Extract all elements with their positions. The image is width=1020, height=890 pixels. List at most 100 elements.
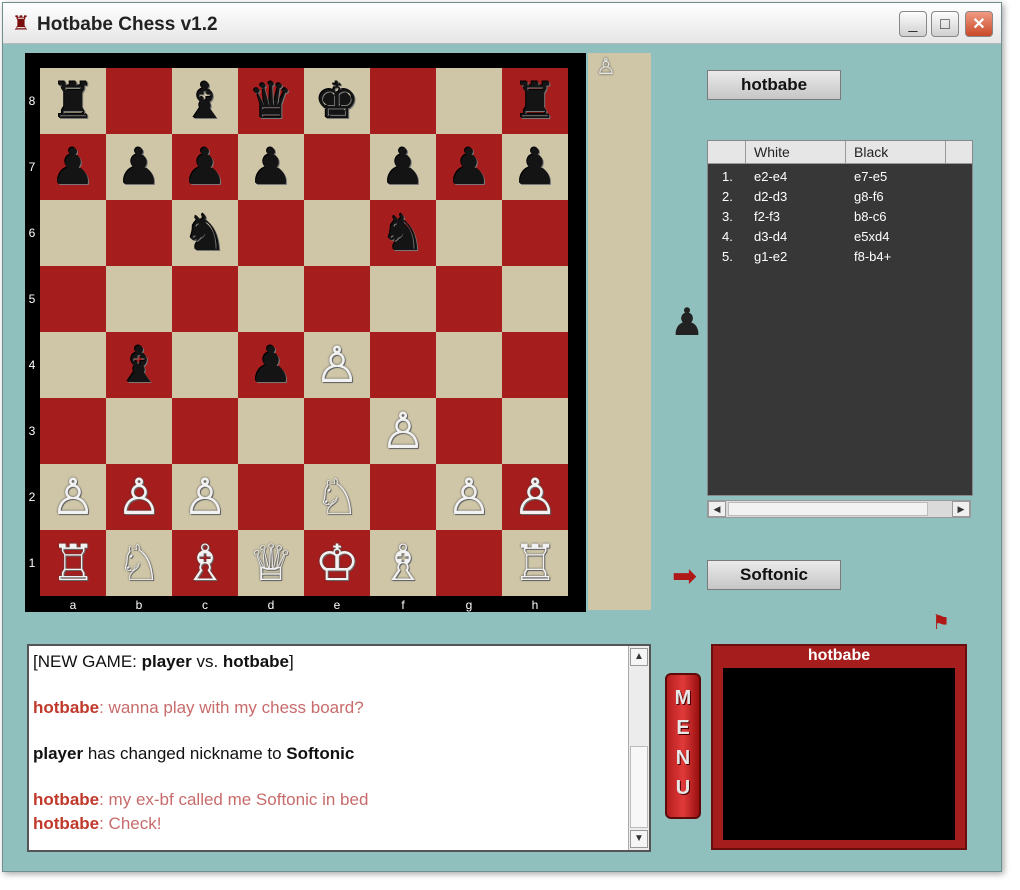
black-pawn-icon[interactable]: ♟	[436, 134, 502, 200]
square-e7[interactable]	[304, 134, 370, 200]
move-list-horizontal-scrollbar[interactable]: ◀ ▶	[707, 500, 971, 518]
black-pawn-icon[interactable]: ♟	[238, 332, 304, 398]
move-list[interactable]: White Black 1. e2-e4 e7-e5 2. d2-d3 g8-f…	[707, 140, 973, 496]
square-e5[interactable]	[304, 266, 370, 332]
square-a6[interactable]	[40, 200, 106, 266]
move-row[interactable]: 5. g1-e2 f8-b4+	[708, 247, 972, 267]
rank-label: 6	[28, 226, 36, 240]
white-bishop-icon[interactable]: ♗	[370, 530, 436, 596]
black-bishop-icon[interactable]: ♝	[172, 68, 238, 134]
black-bishop-icon[interactable]: ♝	[106, 332, 172, 398]
scroll-right-icon[interactable]: ▶	[952, 501, 970, 517]
square-e3[interactable]	[304, 398, 370, 464]
column-header-number[interactable]	[708, 141, 746, 163]
black-pawn-icon[interactable]: ♟	[238, 134, 304, 200]
title-bar[interactable]: ♜ Hotbabe Chess v1.2 _ □ ✕	[3, 3, 1001, 44]
square-b6[interactable]	[106, 200, 172, 266]
white-rook-icon[interactable]: ♖	[40, 530, 106, 596]
scroll-up-icon[interactable]: ▲	[630, 648, 648, 666]
scroll-left-icon[interactable]: ◀	[708, 501, 726, 517]
scroll-down-icon[interactable]: ▼	[630, 830, 648, 848]
square-f8[interactable]	[370, 68, 436, 134]
black-pawn-icon[interactable]: ♟	[502, 134, 568, 200]
square-f5[interactable]	[370, 266, 436, 332]
white-rook-icon[interactable]: ♖	[502, 530, 568, 596]
square-d5[interactable]	[238, 266, 304, 332]
minimize-button[interactable]: _	[899, 11, 927, 37]
black-knight-icon[interactable]: ♞	[172, 200, 238, 266]
rank-label: 8	[28, 94, 36, 108]
white-queen-icon[interactable]: ♕	[238, 530, 304, 596]
black-queen-icon[interactable]: ♛	[238, 68, 304, 134]
white-bishop-icon[interactable]: ♗	[172, 530, 238, 596]
square-a3[interactable]	[40, 398, 106, 464]
move-row[interactable]: 4. d3-d4 e5xd4	[708, 227, 972, 247]
white-king-icon[interactable]: ♔	[304, 530, 370, 596]
rank-label: 4	[28, 358, 36, 372]
square-a4[interactable]	[40, 332, 106, 398]
black-king-icon[interactable]: ♚	[304, 68, 370, 134]
square-c5[interactable]	[172, 266, 238, 332]
square-c3[interactable]	[172, 398, 238, 464]
opponent-video-panel: hotbabe	[711, 644, 967, 850]
square-h6[interactable]	[502, 200, 568, 266]
chess-rook-icon: ♜	[12, 13, 30, 35]
opponent-name-button[interactable]: hotbabe	[707, 70, 841, 100]
square-g5[interactable]	[436, 266, 502, 332]
white-pawn-icon[interactable]: ♙	[172, 464, 238, 530]
square-f2[interactable]	[370, 464, 436, 530]
chat-vertical-scrollbar[interactable]: ▲ ▼	[628, 646, 649, 850]
maximize-button[interactable]: □	[931, 11, 959, 37]
black-rook-icon[interactable]: ♜	[502, 68, 568, 134]
square-b3[interactable]	[106, 398, 172, 464]
video-title: hotbabe	[807, 647, 871, 664]
square-b8[interactable]	[106, 68, 172, 134]
arrow-right-icon: ➡	[672, 560, 698, 593]
scrollbar-thumb[interactable]	[630, 746, 648, 828]
white-pawn-icon[interactable]: ♙	[106, 464, 172, 530]
scrollbar-thumb[interactable]	[728, 502, 928, 516]
square-d2[interactable]	[238, 464, 304, 530]
column-header-white[interactable]: White	[746, 141, 846, 163]
square-f4[interactable]	[370, 332, 436, 398]
square-g3[interactable]	[436, 398, 502, 464]
chat-log[interactable]: [NEW GAME: player vs. hotbabe] hotbabe: …	[27, 644, 651, 852]
menu-button[interactable]: MENU	[665, 673, 701, 819]
square-a5[interactable]	[40, 266, 106, 332]
black-pawn-icon[interactable]: ♟	[172, 134, 238, 200]
flag-icon[interactable]: ⚑	[932, 612, 960, 634]
column-header-black[interactable]: Black	[846, 141, 946, 163]
black-pawn-icon[interactable]: ♟	[370, 134, 436, 200]
square-c4[interactable]	[172, 332, 238, 398]
square-d3[interactable]	[238, 398, 304, 464]
chess-board[interactable]: ♜ ♝ ♛ ♚ ♜ ♟ ♟ ♟ ♟ ♟ ♟ ♟ ♞ ♞ ♝ ♟ ♙ ♙ ♙ ♙ ♙ ♘ ♙ ♙ ♖ ♘ ♗ ♕ ♔ ♗ ♖	[40, 68, 568, 596]
menu-label: MENU	[674, 687, 692, 799]
black-rook-icon[interactable]: ♜	[40, 68, 106, 134]
square-h3[interactable]	[502, 398, 568, 464]
close-button[interactable]: ✕	[965, 11, 993, 37]
square-h5[interactable]	[502, 266, 568, 332]
black-knight-icon[interactable]: ♞	[370, 200, 436, 266]
white-pawn-icon[interactable]: ♙	[370, 398, 436, 464]
move-row[interactable]: 3. f2-f3 b8-c6	[708, 207, 972, 227]
white-pawn-icon[interactable]: ♙	[502, 464, 568, 530]
square-d6[interactable]	[238, 200, 304, 266]
square-g6[interactable]	[436, 200, 502, 266]
square-g4[interactable]	[436, 332, 502, 398]
move-row[interactable]: 2. d2-d3 g8-f6	[708, 187, 972, 207]
black-pawn-icon[interactable]: ♟	[40, 134, 106, 200]
white-knight-icon[interactable]: ♘	[304, 464, 370, 530]
white-pawn-icon[interactable]: ♙	[40, 464, 106, 530]
square-h4[interactable]	[502, 332, 568, 398]
black-pawn-icon[interactable]: ♟	[106, 134, 172, 200]
move-list-header: White Black	[708, 141, 972, 164]
white-pawn-icon[interactable]: ♙	[436, 464, 502, 530]
player-name-button[interactable]: Softonic	[707, 560, 841, 590]
square-g1[interactable]	[436, 530, 502, 596]
square-g8[interactable]	[436, 68, 502, 134]
square-e6[interactable]	[304, 200, 370, 266]
white-knight-icon[interactable]: ♘	[106, 530, 172, 596]
white-pawn-icon[interactable]: ♙	[304, 332, 370, 398]
square-b5[interactable]	[106, 266, 172, 332]
move-row[interactable]: 1. e2-e4 e7-e5	[708, 167, 972, 187]
